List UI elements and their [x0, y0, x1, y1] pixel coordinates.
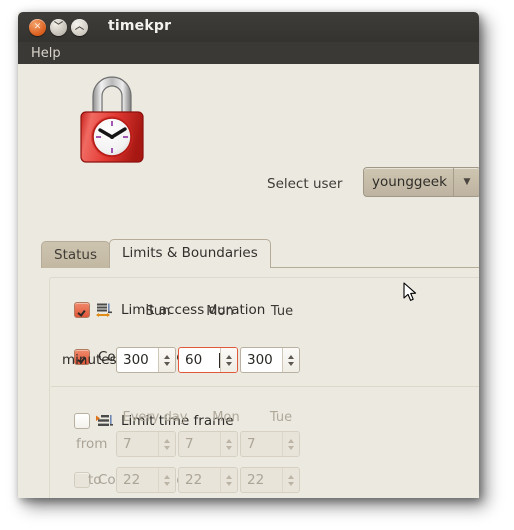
from-spin-mon-value: 7 — [185, 436, 194, 452]
to-spin-tue-arrows[interactable] — [282, 468, 299, 492]
duration-spin-sun-value: 300 — [123, 352, 149, 368]
menu-item-help[interactable]: Help — [26, 45, 66, 62]
section-divider — [51, 386, 479, 387]
tab-status[interactable]: Status — [41, 241, 111, 268]
duration-spin-tue-arrows[interactable] — [282, 348, 299, 372]
minutes-label: minutes — [62, 352, 117, 368]
menubar: Help — [18, 42, 479, 64]
frame-day-header-mon: Mon — [212, 410, 240, 425]
select-user-dropdown[interactable]: younggeek ▼ — [363, 167, 479, 197]
duration-spin-tue-value: 300 — [247, 352, 273, 368]
maximize-button[interactable]: ︿ — [71, 19, 88, 36]
from-spin-every-day-value: 7 — [123, 436, 132, 452]
from-label: from — [76, 436, 108, 452]
duration-lines-arrow-icon — [96, 303, 113, 318]
duration-spin-mon-value: 60 — [185, 352, 203, 368]
timekpr-window: ✕ ﹀ ︿ timekpr Help Select user younggeek… — [18, 12, 479, 498]
to-spin-every-day-arrows[interactable] — [158, 468, 175, 492]
to-spin-tue[interactable]: 22 — [240, 467, 300, 493]
limit-access-duration-checkbox[interactable] — [74, 302, 90, 318]
duration-day-header-mon: Mon — [206, 304, 234, 319]
window-body: Select user younggeek ▼ Status Limits & … — [18, 64, 479, 498]
from-spin-every-day-arrows[interactable] — [158, 432, 175, 456]
from-spin-tue[interactable]: 7 — [240, 431, 300, 457]
header-row: Select user younggeek ▼ — [18, 64, 479, 197]
duration-day-header-tue: Tue — [270, 304, 294, 319]
select-user-value: younggeek — [372, 174, 447, 190]
to-spin-mon[interactable]: 22 — [178, 467, 238, 493]
limits-frame: Limit access duration Sun Mon Tue Config… — [49, 277, 479, 498]
select-user-label: Select user — [267, 176, 343, 192]
minimize-button[interactable]: ﹀ — [50, 19, 67, 36]
duration-spin-sun[interactable]: 300 — [116, 347, 176, 373]
window-titlebar[interactable]: ✕ ﹀ ︿ timekpr — [18, 12, 479, 42]
from-spin-every-day[interactable]: 7 — [116, 431, 176, 457]
to-spin-every-day[interactable]: 22 — [116, 467, 176, 493]
chevron-down-icon[interactable]: ▼ — [453, 168, 479, 196]
frame-day-header-tue: Tue — [269, 410, 293, 425]
tab-panel-limits: Limit access duration Sun Mon Tue Config… — [41, 267, 479, 498]
to-spin-mon-arrows[interactable] — [220, 468, 237, 492]
duration-spin-sun-arrows[interactable] — [158, 348, 175, 372]
to-spin-tue-value: 22 — [247, 472, 265, 488]
from-spin-tue-value: 7 — [247, 436, 256, 452]
to-spin-every-day-value: 22 — [123, 472, 141, 488]
timekpr-padlock-clock-icon — [80, 76, 144, 163]
close-button[interactable]: ✕ — [29, 19, 46, 36]
tab-limits-and-boundaries[interactable]: Limits & Boundaries — [109, 239, 271, 268]
tab-bar: Status Limits & Boundaries — [41, 239, 271, 268]
duration-spin-mon[interactable]: 60 — [178, 347, 238, 373]
frame-day-header-every-day: Every day — [122, 410, 188, 425]
from-spin-mon-arrows[interactable] — [220, 432, 237, 456]
from-spin-mon[interactable]: 7 — [178, 431, 238, 457]
duration-day-header-sun: Sun — [145, 304, 171, 319]
to-label: to — [88, 472, 102, 488]
from-spin-tue-arrows[interactable] — [282, 432, 299, 456]
to-spin-mon-value: 22 — [185, 472, 203, 488]
duration-spin-tue[interactable]: 300 — [240, 347, 300, 373]
duration-spin-mon-arrows[interactable] — [220, 348, 237, 372]
desktop-background: ✕ ﹀ ︿ timekpr Help Select user younggeek… — [0, 0, 514, 530]
limit-time-frame-checkbox[interactable] — [74, 413, 90, 429]
window-title: timekpr — [108, 18, 172, 34]
